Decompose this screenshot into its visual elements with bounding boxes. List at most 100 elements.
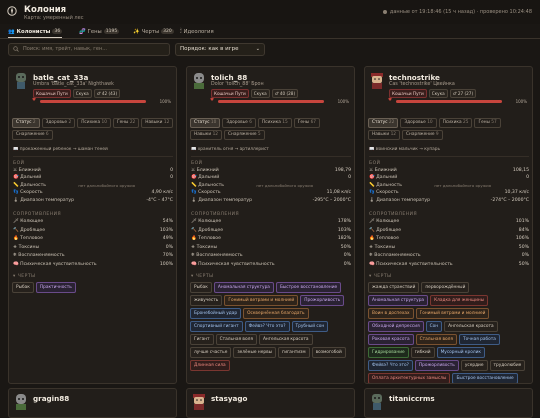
- tab-ideology[interactable]: 🕯 Идеология: [180, 26, 214, 37]
- map-subtitle: Карта: умеренный лес: [24, 15, 84, 21]
- section-tab-count: 57: [491, 120, 497, 125]
- section-tab[interactable]: Здоровье 10: [400, 118, 437, 128]
- trait-chip[interactable]: Трубный сон: [291, 321, 329, 332]
- trait-chip[interactable]: Осквернённая благодать: [243, 308, 309, 319]
- section-buttons: Статус 22 Здоровье 10 Психика 25 Гены 57 Нав…: [368, 118, 530, 140]
- trait-chip[interactable]: Гидрирование: [368, 347, 409, 358]
- trait-chip[interactable]: гибкий: [410, 347, 435, 358]
- tab-colonists[interactable]: 👥 Колонисты 36: [8, 26, 63, 38]
- trait-chip[interactable]: Точная работа: [458, 334, 500, 345]
- trait-chip[interactable]: перворождённый: [421, 282, 470, 293]
- combat-row: 📏 Дальность нет дальнобойного оружия: [13, 183, 173, 190]
- colonist-card[interactable]: technostrike Cas 'technostrike' Цвейнка Ко…: [364, 66, 533, 384]
- trait-chip[interactable]: Спортивный гигант: [190, 321, 243, 332]
- trait-chip[interactable]: жажда странствий: [368, 282, 420, 293]
- trait-chip[interactable]: Ангельская красота: [258, 334, 313, 345]
- resist-row: ☣ Токсины 50%: [191, 245, 351, 252]
- trait-chip[interactable]: Гонимый ветрами и молнией: [224, 295, 299, 306]
- stat-value: 0: [170, 168, 173, 173]
- combat-row: 🌡 Диапазон температур -4°C – 47°C: [13, 198, 173, 205]
- trait-chip[interactable]: живучесть: [190, 295, 223, 306]
- section-tab-count: 12: [163, 120, 170, 125]
- sort-select[interactable]: Порядок: как в игре ⌄: [175, 43, 265, 56]
- section-tab[interactable]: Психика 25: [438, 118, 473, 128]
- resist-value: 182%: [337, 236, 351, 242]
- tag-chip: Скука: [250, 89, 270, 98]
- trait-chip[interactable]: Кладка для женщины: [430, 295, 489, 306]
- section-tab[interactable]: Снаряжение 5: [224, 130, 265, 140]
- section-tab[interactable]: Гены 67: [293, 118, 321, 128]
- trait-chip[interactable]: Быстрое восстановление: [452, 373, 518, 383]
- combat-section-title: БОЙ: [369, 161, 381, 166]
- trait-chip[interactable]: Аномальная структура: [213, 282, 274, 293]
- heart-icon: ♥: [32, 98, 37, 103]
- trait-chip[interactable]: Прожорливость: [300, 295, 345, 306]
- trait-chip[interactable]: Мусорный кролик: [436, 347, 485, 358]
- trait-chip[interactable]: Роковая красота: [368, 334, 414, 345]
- colonist-full-name: Cas 'technostrike' Цвейнка: [389, 82, 455, 87]
- colonist-card[interactable]: batle_cat_33a Umbra 'batle_cat_33a' Night…: [8, 66, 177, 384]
- health-track: [40, 100, 146, 103]
- trait-chip[interactable]: Быстрое восстановление: [275, 282, 342, 293]
- trait-chip[interactable]: Стальная воля: [215, 334, 257, 345]
- trait-chip[interactable]: Оплата архитектурных замыслы: [368, 373, 451, 383]
- combat-section-title: БОЙ: [191, 161, 203, 166]
- trait-chip[interactable]: Гонимый ветрами и молнией: [415, 308, 490, 319]
- stat-label: 🌡 Диапазон температур: [13, 197, 75, 203]
- tag-chip: ♂ 27 (27): [449, 89, 477, 98]
- trait-chip[interactable]: Ангельская красота: [444, 321, 498, 332]
- section-tab[interactable]: Гены 57: [474, 118, 501, 128]
- trait-chip[interactable]: Воин в доспехах: [368, 308, 414, 319]
- section-tab[interactable]: Снаряжение 9: [402, 130, 443, 140]
- trait-chip[interactable]: трудолюбие: [489, 360, 526, 371]
- trait-chip[interactable]: Гигант: [190, 334, 214, 345]
- section-tab[interactable]: Гены 22: [112, 118, 140, 128]
- colonist-card[interactable]: gragin88: [8, 388, 177, 418]
- section-tab[interactable]: Здоровье 6: [222, 118, 256, 128]
- trait-chip[interactable]: Прожорливость: [414, 360, 459, 371]
- section-tab[interactable]: Психика 15: [257, 118, 292, 128]
- trait-chip[interactable]: Фейвэ? Что это?: [244, 321, 290, 332]
- resist-value: 50%: [340, 244, 351, 250]
- section-tab[interactable]: Статус 2: [12, 118, 40, 128]
- trait-chip[interactable]: Обходной депрессия: [368, 321, 424, 332]
- search-input[interactable]: Поиск: имя, трейт, навык, ген...: [8, 43, 170, 56]
- tab-genes[interactable]: 🧬 Гены 1195: [79, 26, 120, 37]
- trait-chip[interactable]: зелёные нервы: [233, 347, 276, 358]
- section-tab[interactable]: Навыки 12: [190, 130, 223, 140]
- trait-chip[interactable]: лучше счастье: [190, 347, 232, 358]
- trait-chip[interactable]: возмогобой: [311, 347, 346, 358]
- stat-value: -274°C – 2000°C: [490, 197, 529, 203]
- trait-chip[interactable]: Длинная сила: [190, 360, 230, 371]
- trait-chip[interactable]: гигантизм: [278, 347, 310, 358]
- section-tab[interactable]: Снаряжение 6: [12, 130, 53, 140]
- trait-chip[interactable]: Рыбак: [12, 282, 34, 293]
- section-tab[interactable]: Здоровье 2: [41, 118, 76, 128]
- stat-value: -295°C – 2000°C: [312, 197, 351, 203]
- colonist-portrait: [13, 393, 29, 411]
- section-tab[interactable]: Психика 10: [77, 118, 111, 128]
- trait-chip[interactable]: Практичность: [35, 282, 76, 293]
- section-tab-count: 10: [101, 120, 107, 125]
- trait-chip[interactable]: Фейвэ? Что это?: [368, 360, 413, 371]
- colonist-card[interactable]: tolich_88 Dolor 'tolich_88' Брон Кошачьи П…: [186, 66, 355, 384]
- trait-chip[interactable]: Сон: [425, 321, 443, 332]
- colonist-card[interactable]: stasyago: [186, 388, 355, 418]
- trait-chip[interactable]: Аномальная структура: [368, 295, 429, 306]
- section-tab[interactable]: Статус 22: [368, 118, 399, 128]
- health-percent: 100%: [337, 99, 349, 104]
- colonist-card[interactable]: titaniccrms: [364, 388, 533, 418]
- section-tab-label: Статус: [194, 120, 210, 125]
- trait-chip[interactable]: усердие: [460, 360, 488, 371]
- trait-chip[interactable]: Рыбак: [190, 282, 212, 293]
- stat-value: 198,79: [334, 168, 351, 173]
- section-tab-label: Статус: [16, 120, 32, 125]
- section-tab[interactable]: Навыки 12: [368, 130, 401, 140]
- trait-chip[interactable]: Стальная воля: [415, 334, 457, 345]
- section-tab[interactable]: Навыки 12: [141, 118, 174, 128]
- trait-chip[interactable]: Бронебойный удар: [190, 308, 242, 319]
- tag-chip: Кошачьи Пути: [389, 89, 427, 98]
- section-tab[interactable]: Статус 10: [190, 118, 221, 128]
- tab-traits[interactable]: ✨ Черты 320: [133, 26, 174, 37]
- health-fill: [40, 100, 146, 103]
